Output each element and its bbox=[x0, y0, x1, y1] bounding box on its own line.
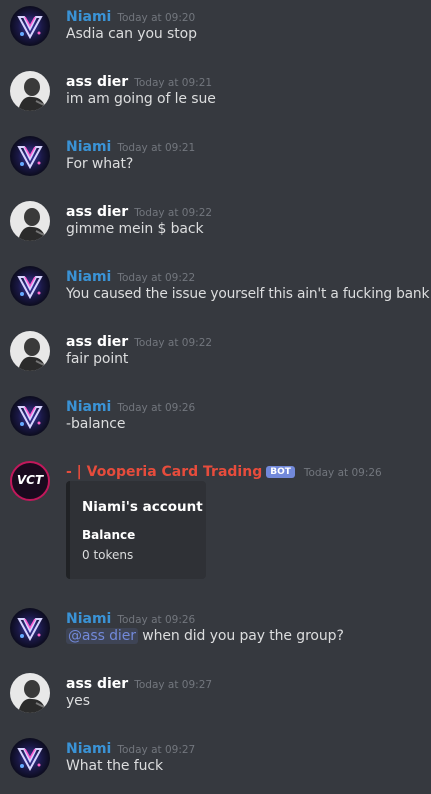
message-content: @ass dier when did you pay the group? bbox=[66, 628, 344, 644]
bot-avatar[interactable]: VCT bbox=[10, 461, 50, 501]
timestamp: Today at 09:27 bbox=[134, 679, 213, 691]
ass-dier-avatar-icon bbox=[10, 673, 50, 713]
user-mention[interactable]: @ass dier bbox=[66, 628, 138, 644]
niami-avatar-icon bbox=[10, 396, 50, 436]
ass-dier-avatar-icon bbox=[10, 71, 50, 111]
message-header: ass dier Today at 09:21 bbox=[66, 71, 212, 91]
avatar[interactable] bbox=[10, 136, 50, 176]
author-name[interactable]: Niami bbox=[66, 611, 111, 627]
timestamp: Today at 09:26 bbox=[303, 467, 382, 479]
message-header: ass dier Today at 09:27 bbox=[66, 673, 212, 693]
timestamp: Today at 09:26 bbox=[117, 614, 196, 626]
message-header: ass dier Today at 09:22 bbox=[66, 331, 212, 351]
message-header: Niami Today at 09:22 bbox=[66, 266, 195, 286]
author-name[interactable]: - | Vooperia Card Trading bbox=[66, 464, 262, 480]
niami-avatar-icon bbox=[10, 738, 50, 778]
niami-avatar-icon bbox=[10, 608, 50, 648]
timestamp: Today at 09:21 bbox=[117, 142, 196, 154]
avatar[interactable] bbox=[10, 266, 50, 306]
author-name[interactable]: Niami bbox=[66, 399, 111, 415]
avatar[interactable] bbox=[10, 738, 50, 778]
avatar[interactable] bbox=[10, 396, 50, 436]
message-text: when did you pay the group? bbox=[137, 628, 344, 644]
message-content: im am going of le sue bbox=[66, 91, 216, 107]
timestamp: Today at 09:22 bbox=[134, 337, 213, 349]
message-header: Niami Today at 09:27 bbox=[66, 738, 195, 758]
avatar[interactable] bbox=[10, 331, 50, 371]
bot-tag: BOT bbox=[266, 466, 295, 478]
embed-field-name: Balance bbox=[82, 528, 136, 542]
message-content: For what? bbox=[66, 156, 134, 172]
ass-dier-avatar-icon bbox=[10, 201, 50, 241]
niami-avatar-icon bbox=[10, 6, 50, 46]
embed-title: Niami's account bbox=[82, 499, 203, 515]
author-name[interactable]: Niami bbox=[66, 139, 111, 155]
timestamp: Today at 09:22 bbox=[117, 272, 196, 284]
message-header: Niami Today at 09:20 bbox=[66, 6, 195, 26]
author-name[interactable]: ass dier bbox=[66, 74, 128, 90]
ass-dier-avatar-icon bbox=[10, 331, 50, 371]
avatar[interactable] bbox=[10, 6, 50, 46]
message-header: Niami Today at 09:26 bbox=[66, 608, 195, 628]
timestamp: Today at 09:21 bbox=[134, 77, 213, 89]
niami-avatar-icon bbox=[10, 136, 50, 176]
avatar[interactable] bbox=[10, 608, 50, 648]
author-name[interactable]: Niami bbox=[66, 9, 111, 25]
timestamp: Today at 09:26 bbox=[117, 402, 196, 414]
message-content: gimme mein $ back bbox=[66, 221, 204, 237]
author-name[interactable]: ass dier bbox=[66, 204, 128, 220]
message-header: - | Vooperia Card Trading BOT Today at 09:… bbox=[66, 461, 382, 481]
timestamp: Today at 09:20 bbox=[117, 12, 196, 24]
avatar[interactable] bbox=[10, 201, 50, 241]
author-name[interactable]: Niami bbox=[66, 269, 111, 285]
timestamp: Today at 09:27 bbox=[117, 744, 196, 756]
message-content: What the fuck bbox=[66, 758, 163, 774]
embed: Niami's account Balance 0 tokens bbox=[66, 481, 206, 579]
message-content: Asdia can you stop bbox=[66, 26, 197, 42]
niami-avatar-icon bbox=[10, 266, 50, 306]
message-header: Niami Today at 09:21 bbox=[66, 136, 195, 156]
embed-field-value: 0 tokens bbox=[82, 548, 134, 562]
message-content: yes bbox=[66, 693, 90, 709]
vct-logo-icon: VCT bbox=[16, 473, 44, 487]
message-header: Niami Today at 09:26 bbox=[66, 396, 195, 416]
author-name[interactable]: Niami bbox=[66, 741, 111, 757]
message-content: fair point bbox=[66, 351, 129, 367]
message-header: ass dier Today at 09:22 bbox=[66, 201, 212, 221]
timestamp: Today at 09:22 bbox=[134, 207, 213, 219]
message-content: -balance bbox=[66, 416, 126, 432]
author-name[interactable]: ass dier bbox=[66, 676, 128, 692]
message-content: You caused the issue yourself this ain't… bbox=[66, 286, 430, 302]
author-name[interactable]: ass dier bbox=[66, 334, 128, 350]
avatar[interactable] bbox=[10, 71, 50, 111]
avatar[interactable] bbox=[10, 673, 50, 713]
